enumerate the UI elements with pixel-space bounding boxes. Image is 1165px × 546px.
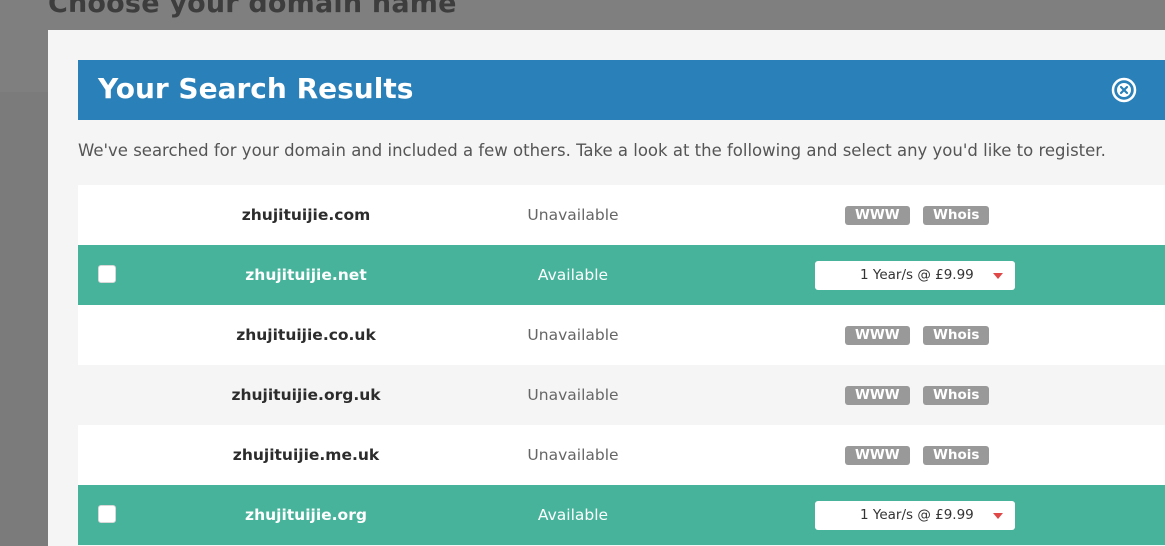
www-button[interactable]: WWW	[845, 446, 910, 465]
result-row: zhujituijie.me.uk Unavailable WWW Whois	[78, 425, 1165, 485]
result-row: zhujituijie.net Available 1 Year/s @ £9.…	[78, 245, 1165, 305]
result-actions: WWW Whois	[815, 305, 1115, 365]
availability-status: Unavailable	[527, 206, 619, 224]
select-cell	[98, 265, 118, 285]
result-row: zhujituijie.co.uk Unavailable WWW Whois	[78, 305, 1165, 365]
select-cell	[98, 505, 118, 525]
registration-period-value: 1 Year/s @ £9.99	[860, 507, 974, 523]
result-actions: WWW Whois	[815, 185, 1115, 245]
domain-name: zhujituijie.org.uk	[231, 386, 381, 404]
availability-status: Unavailable	[527, 446, 619, 464]
result-actions: WWW Whois	[815, 425, 1115, 485]
modal-title: Your Search Results	[98, 72, 414, 105]
availability-status: Available	[537, 266, 609, 284]
www-button[interactable]: WWW	[845, 326, 910, 345]
results-list: zhujituijie.com Unavailable WWW Whois zh…	[78, 185, 1165, 545]
domain-name: zhujituijie.com	[241, 206, 371, 224]
domain-name: zhujituijie.net	[245, 266, 367, 284]
availability-status: Unavailable	[527, 386, 619, 404]
www-button[interactable]: WWW	[845, 386, 910, 405]
select-domain-checkbox[interactable]	[98, 505, 116, 523]
close-icon[interactable]	[1111, 77, 1137, 103]
modal-header: Your Search Results	[78, 60, 1165, 120]
result-actions: 1 Year/s @ £9.99	[815, 245, 1115, 305]
domain-name: zhujituijie.org	[245, 506, 367, 524]
result-row: zhujituijie.org.uk Unavailable WWW Whois	[78, 365, 1165, 425]
select-domain-checkbox[interactable]	[98, 265, 116, 283]
availability-status: Available	[537, 506, 609, 524]
availability-status: Unavailable	[527, 326, 619, 344]
registration-period-value: 1 Year/s @ £9.99	[860, 267, 974, 283]
domain-name: zhujituijie.me.uk	[232, 446, 380, 464]
registration-period-select[interactable]: 1 Year/s @ £9.99	[815, 501, 1015, 530]
whois-button[interactable]: Whois	[923, 326, 990, 345]
result-row: zhujituijie.com Unavailable WWW Whois	[78, 185, 1165, 245]
whois-button[interactable]: Whois	[923, 446, 990, 465]
search-results-modal: Your Search Results We've searched for y…	[48, 30, 1165, 546]
result-actions: WWW Whois	[815, 365, 1115, 425]
intro-text: We've searched for your domain and inclu…	[78, 141, 1106, 160]
page-title: Choose your domain name	[48, 0, 457, 19]
result-actions: 1 Year/s @ £9.99	[815, 485, 1115, 545]
domain-name: zhujituijie.co.uk	[236, 326, 376, 344]
caret-down-icon	[993, 273, 1003, 279]
registration-period-select[interactable]: 1 Year/s @ £9.99	[815, 261, 1015, 290]
caret-down-icon	[993, 513, 1003, 519]
whois-button[interactable]: Whois	[923, 206, 990, 225]
result-row: zhujituijie.org Available 1 Year/s @ £9.…	[78, 485, 1165, 545]
www-button[interactable]: WWW	[845, 206, 910, 225]
whois-button[interactable]: Whois	[923, 386, 990, 405]
